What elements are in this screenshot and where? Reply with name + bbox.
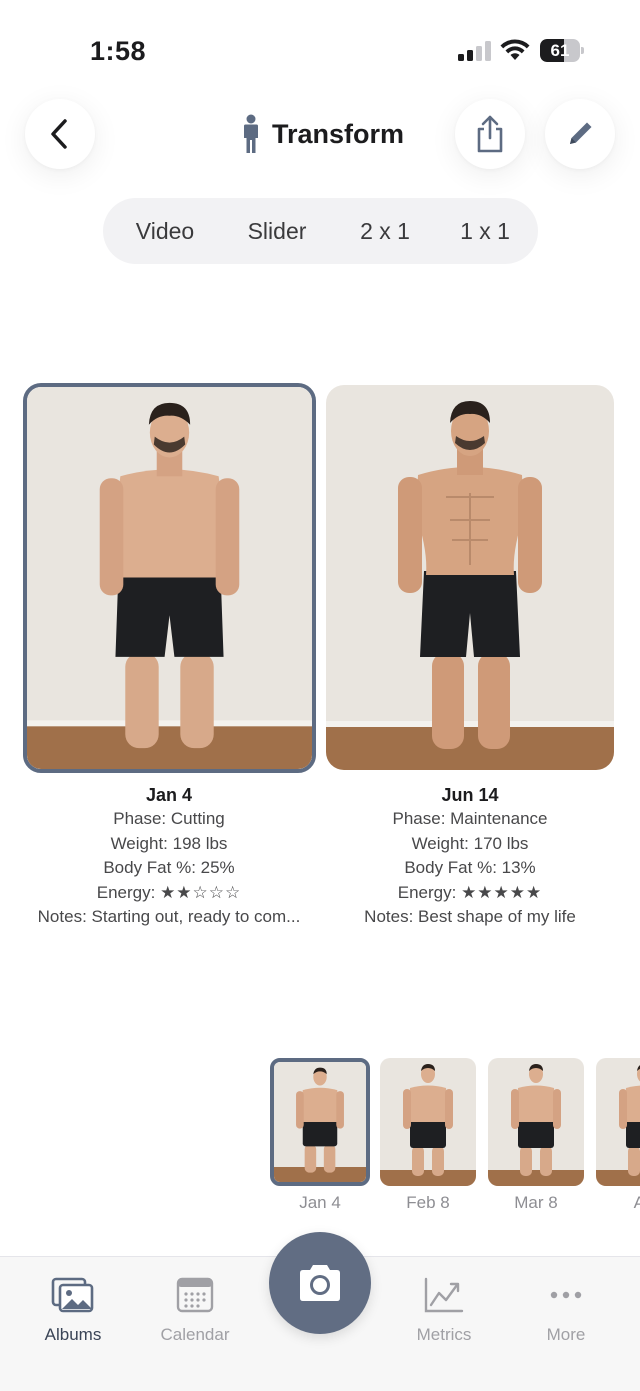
thumbnail-item[interactable]: Feb 8 <box>378 1058 478 1213</box>
energy-label: Energy: <box>96 882 156 902</box>
photo-body-fat: Body Fat %: 25% <box>103 858 235 877</box>
calendar-icon <box>176 1277 214 1313</box>
cellular-signal-icon <box>458 41 491 61</box>
tab-label: More <box>546 1325 586 1344</box>
comparison-photo-before[interactable] <box>23 383 316 773</box>
wifi-icon <box>500 39 530 60</box>
camera-button[interactable] <box>269 1232 371 1334</box>
thumbnail-date: Feb 8 <box>406 1193 450 1212</box>
comparison-photo-after[interactable] <box>326 385 614 770</box>
photo-weight: Weight: 170 lbs <box>411 833 529 853</box>
photo-thumbnail-strip[interactable]: Jan 4 Feb 8 Mar 8 A <box>270 1058 640 1218</box>
thumbnail-photo <box>380 1058 476 1186</box>
pencil-icon <box>570 122 592 144</box>
photo-phase: Phase: Maintenance <box>392 809 548 828</box>
page-title: Transform <box>272 118 405 149</box>
photo-notes: Notes: Starting out, ready to com... <box>37 907 301 926</box>
thumbnail-date: Jan 4 <box>299 1193 341 1212</box>
battery-icon: 61 <box>540 39 584 62</box>
view-mode-video[interactable]: Video <box>123 198 207 264</box>
view-mode-slider[interactable]: Slider <box>235 198 319 264</box>
photo-date: Jan 4 <box>145 785 193 805</box>
status-bar: 1:58 61 <box>0 0 640 90</box>
energy-rating-stars: ★★☆☆☆ <box>160 882 242 902</box>
energy-label: Energy: <box>397 882 457 902</box>
person-icon <box>244 114 258 153</box>
photo-details-after: Jun 14 Phase: Maintenance Weight: 170 lb… <box>320 783 620 930</box>
view-mode-2x1[interactable]: 2 x 1 <box>343 198 427 264</box>
status-time: 1:58 <box>90 36 147 66</box>
share-icon <box>477 115 503 153</box>
progress-photo <box>326 385 614 770</box>
photo-energy: Energy: ★★☆☆☆ <box>19 881 319 906</box>
transform-screen: 1:58 61 Transform Video Slider 2 x 1 1 x… <box>0 0 640 1391</box>
view-mode-1x1[interactable]: 1 x 1 <box>443 198 527 264</box>
photo-date: Jun 14 <box>441 785 499 805</box>
thumbnail-photo <box>596 1058 640 1186</box>
share-button[interactable] <box>455 99 525 169</box>
ellipsis-icon <box>550 1291 582 1299</box>
energy-rating-stars: ★★★★★ <box>461 882 543 902</box>
tab-more[interactable]: More <box>511 1275 621 1345</box>
thumbnail-photo <box>488 1058 584 1186</box>
chevron-left-icon <box>51 119 67 149</box>
progress-photo <box>27 387 312 769</box>
photo-energy: Energy: ★★★★★ <box>320 881 620 906</box>
photo-details-before: Jan 4 Phase: Cutting Weight: 198 lbs Bod… <box>19 783 319 930</box>
tab-label: Albums <box>44 1325 102 1344</box>
thumbnail-item[interactable]: Jan 4 <box>270 1058 370 1213</box>
tab-label: Calendar <box>160 1325 230 1344</box>
tab-albums[interactable]: Albums <box>18 1275 128 1345</box>
thumbnail-item[interactable]: Ap <box>594 1058 640 1213</box>
back-button[interactable] <box>25 99 95 169</box>
photo-phase: Phase: Cutting <box>113 809 225 828</box>
tab-metrics[interactable]: Metrics <box>389 1275 499 1345</box>
line-chart-icon <box>424 1277 464 1313</box>
thumbnail-date: Ap <box>633 1193 640 1212</box>
header-title-group: Transform <box>240 112 404 156</box>
photo-albums-icon <box>51 1277 94 1313</box>
photo-weight: Weight: 198 lbs <box>110 833 228 853</box>
tab-calendar[interactable]: Calendar <box>140 1275 250 1345</box>
view-mode-selector: Video Slider 2 x 1 1 x 1 <box>103 198 538 264</box>
thumbnail-photo <box>274 1062 366 1182</box>
tab-label: Metrics <box>416 1325 472 1344</box>
photo-notes: Notes: Best shape of my life <box>364 907 576 926</box>
thumbnail-item[interactable]: Mar 8 <box>486 1058 586 1213</box>
edit-button[interactable] <box>545 99 615 169</box>
battery-percent: 61 <box>550 41 570 60</box>
camera-icon <box>300 1265 340 1301</box>
photo-body-fat: Body Fat %: 13% <box>404 858 536 877</box>
thumbnail-date: Mar 8 <box>514 1193 558 1212</box>
